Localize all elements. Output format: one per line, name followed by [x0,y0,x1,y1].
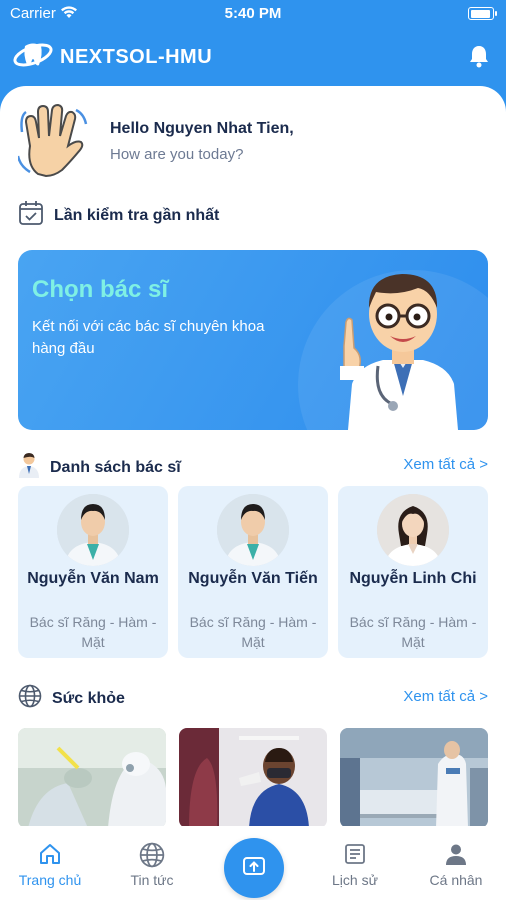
upload-icon [241,853,267,884]
history-icon [310,842,400,866]
tab-news[interactable]: Tin tức [107,842,197,888]
last-check-header[interactable]: Lần kiểm tra gần nhất [18,200,219,231]
banner-description: Kết nối với các bác sĩ chuyên khoa hàng … [32,318,265,357]
tab-home-label: Trang chủ [18,872,82,888]
globe-icon [107,842,197,868]
greeting-subtitle: How are you today? [110,146,244,163]
main-content: Hello Nguyen Nhat Tien, How are you toda… [0,86,506,826]
person-icon [411,842,501,866]
bottom-tab-bar: Trang chủ Tin tức Lịch sử Cá nhân [0,826,506,900]
doctor-name: Nguyễn Linh Chi [349,570,477,587]
tab-home[interactable]: Trang chủ [5,842,95,888]
doctor-avatar [57,494,129,566]
bell-icon[interactable] [468,44,490,73]
tab-profile[interactable]: Cá nhân [411,842,501,888]
app-bar: NEXTSOL-HMU [0,28,506,84]
app-title: NEXTSOL-HMU [60,46,213,68]
tab-news-label: Tin tức [130,872,174,888]
doctor-card[interactable]: Nguyễn Văn Tiến Bác sĩ Răng - Hàm - Mặt [178,486,328,658]
choose-doctor-banner[interactable]: Chọn bác sĩ Kết nối với các bác sĩ chuyê… [18,250,488,430]
doctor-card[interactable]: Nguyễn Văn Nam Bác sĩ Răng - Hàm - Mặt [18,486,168,658]
greeting-section: Hello Nguyen Nhat Tien, How are you toda… [16,102,488,183]
doctor-avatar-icon [18,452,40,483]
health-see-all-link[interactable]: Xem tất cả > [403,688,488,705]
home-icon [5,842,95,866]
globe-icon [18,684,42,713]
doctor-name: Nguyễn Văn Nam [27,570,159,587]
news-thumbnail[interactable] [340,728,488,826]
news-thumbnail[interactable] [18,728,166,826]
last-check-label: Lần kiểm tra gần nhất [54,206,220,224]
doctors-section-label: Danh sách bác sĩ [50,458,181,476]
battery-icon [468,7,497,20]
doctors-see-all-link[interactable]: Xem tất cả > [403,456,488,473]
doctor-illustration-icon [338,256,468,430]
upload-button[interactable] [224,838,284,898]
doctor-card[interactable]: Nguyễn Linh Chi Bác sĩ Răng - Hàm - Mặt [338,486,488,658]
tab-history[interactable]: Lịch sử [310,842,400,888]
logo-icon [12,38,54,77]
doctor-specialty: Bác sĩ Răng - Hàm - Mặt [349,614,477,650]
doctors-section-header: Danh sách bác sĩ [18,452,181,483]
health-news-list [18,728,488,826]
health-section-label: Sức khỏe [52,689,125,707]
doctor-specialty: Bác sĩ Răng - Hàm - Mặt [189,614,317,650]
doctor-list: Nguyễn Văn Nam Bác sĩ Răng - Hàm - Mặt N… [18,486,488,658]
doctor-name: Nguyễn Văn Tiến [188,570,318,587]
health-section-header: Sức khỏe [18,684,125,713]
greeting-hello: Hello Nguyen Nhat Tien, [110,120,294,137]
status-bar: Carrier 5:40 PM [0,0,506,28]
news-thumbnail[interactable] [179,728,327,826]
banner-title: Chọn bác sĩ [32,276,169,303]
tab-history-label: Lịch sử [332,872,378,888]
doctor-avatar [217,494,289,566]
doctor-specialty: Bác sĩ Răng - Hàm - Mặt [29,614,157,650]
brand: NEXTSOL-HMU [12,38,212,77]
doctor-avatar [377,494,449,566]
tab-profile-label: Cá nhân [429,872,483,888]
waving-hand-icon [16,102,88,183]
calendar-check-icon [18,200,44,231]
clock: 5:40 PM [224,5,282,22]
